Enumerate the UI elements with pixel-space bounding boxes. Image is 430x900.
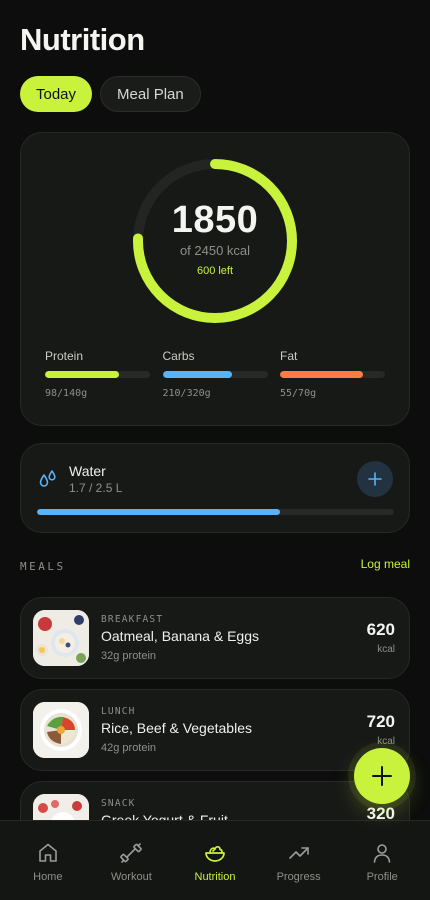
- macro-name: Protein: [45, 349, 84, 363]
- water-drops-icon: [37, 468, 59, 490]
- tab-bar: Today Meal Plan: [20, 76, 201, 112]
- nav-label: Home: [33, 871, 63, 883]
- meals-section-label: MEALS: [20, 560, 66, 573]
- nav-label: Workout: [111, 871, 152, 883]
- plus-icon: [372, 766, 392, 786]
- calorie-summary-card[interactable]: 1850 of 2450 kcal 600 left Protein 98/14…: [20, 132, 410, 426]
- macro-name: Carbs: [162, 349, 195, 363]
- macro-value: 210/320g: [162, 388, 211, 399]
- meal-photo: [33, 702, 89, 758]
- water-amount: 1.7 / 2.5 L: [69, 481, 123, 495]
- macro-value: 98/140g: [45, 388, 88, 399]
- add-water-button[interactable]: [357, 461, 393, 497]
- calories-left: 600 left: [196, 265, 234, 277]
- nav-item-progress[interactable]: Progress: [260, 821, 338, 900]
- nav-item-home[interactable]: Home: [9, 821, 87, 900]
- page-title: Nutrition: [20, 22, 145, 57]
- meal-protein: 32g protein: [101, 650, 157, 662]
- meal-protein: 42g protein: [101, 742, 157, 754]
- meal-card-breakfast[interactable]: BREAKFAST Oatmeal, Banana & Eggs 32g pro…: [20, 597, 410, 679]
- macro-protein: Protein 98/140g: [45, 349, 150, 399]
- tab-meal-plan[interactable]: Meal Plan: [100, 76, 201, 112]
- add-meal-fab[interactable]: [354, 748, 410, 804]
- trend-up-icon: [288, 847, 309, 859]
- tab-today[interactable]: Today: [20, 76, 93, 112]
- meal-calories: 720: [366, 712, 395, 731]
- meal-photo: [33, 610, 89, 666]
- macro-progress-fill: [280, 371, 363, 378]
- water-progress-track: [37, 509, 394, 515]
- log-meal-link[interactable]: Log meal: [361, 557, 410, 571]
- macro-progress-fill: [45, 371, 119, 378]
- macro-name: Fat: [280, 349, 298, 363]
- macro-value: 55/70g: [280, 388, 317, 399]
- meal-name: Rice, Beef & Vegetables: [101, 720, 252, 736]
- bottom-nav: Home Workout Nutrition Progress Profile: [0, 820, 430, 900]
- meal-type: SNACK: [101, 798, 136, 809]
- macro-progress-track: [280, 371, 385, 378]
- nav-item-nutrition[interactable]: Nutrition: [176, 821, 254, 900]
- nav-label: Nutrition: [194, 871, 236, 883]
- calories-consumed: 1850: [171, 199, 259, 241]
- nav-label: Profile: [366, 871, 398, 883]
- macro-progress-fill: [162, 371, 232, 378]
- meal-calories-unit: kcal: [377, 644, 395, 655]
- water-card[interactable]: Water 1.7 / 2.5 L: [20, 443, 410, 533]
- macro-list: Protein 98/140g Carbs 210/320g Fat 55/70…: [45, 349, 385, 399]
- macro-carbs: Carbs 210/320g: [162, 349, 268, 399]
- salad-bowl-icon: [205, 845, 225, 862]
- home-icon: [38, 843, 57, 862]
- meal-calories: 620: [366, 620, 395, 639]
- dumbbell-icon: [120, 843, 143, 863]
- meal-type: BREAKFAST: [101, 614, 164, 625]
- water-progress-fill: [37, 509, 280, 515]
- macro-progress-track: [162, 371, 268, 378]
- macro-progress-track: [45, 371, 150, 378]
- plus-icon: [368, 472, 382, 486]
- meal-name: Oatmeal, Banana & Eggs: [101, 628, 259, 644]
- user-icon: [373, 844, 391, 863]
- calorie-ring: 1850 of 2450 kcal 600 left: [131, 157, 299, 325]
- nav-label: Progress: [276, 871, 321, 883]
- meal-type: LUNCH: [101, 706, 136, 717]
- nav-item-workout[interactable]: Workout: [92, 821, 170, 900]
- macro-fat: Fat 55/70g: [280, 349, 385, 399]
- meal-card-lunch[interactable]: LUNCH Rice, Beef & Vegetables 42g protei…: [20, 689, 410, 771]
- nav-item-profile[interactable]: Profile: [343, 821, 421, 900]
- water-title: Water: [69, 463, 106, 479]
- meal-calories-unit: kcal: [377, 736, 395, 747]
- calorie-goal: of 2450 kcal: [179, 243, 251, 258]
